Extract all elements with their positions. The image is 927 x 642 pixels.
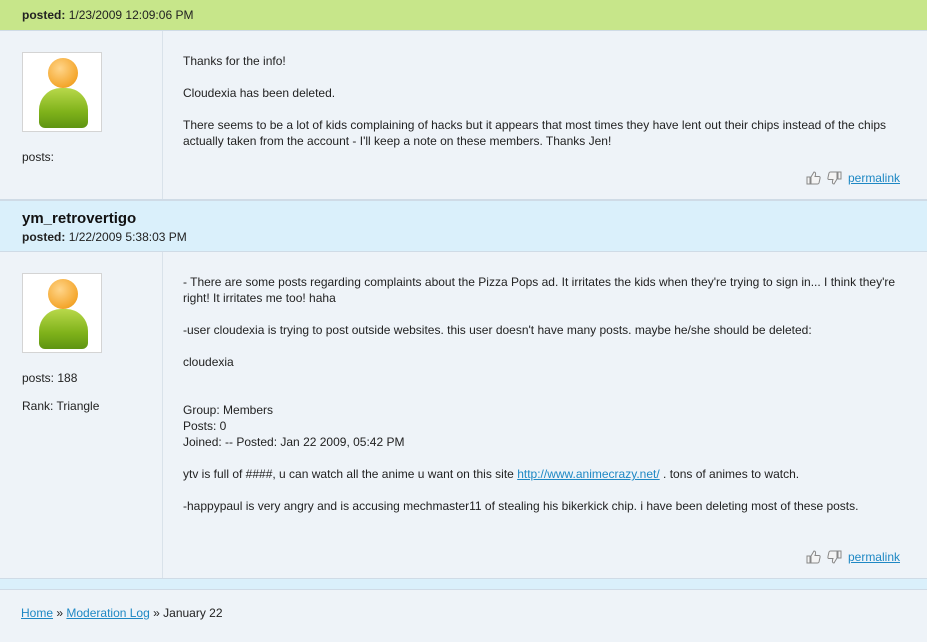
posted-line: posted: 1/22/2009 5:38:03 PM — [22, 230, 927, 244]
group-line: Group: Members — [183, 403, 274, 417]
post-paragraph: cloudexia — [183, 355, 234, 369]
paragraph-text: ytv is full of ####, u can watch all the… — [183, 467, 518, 481]
avatar-head-shape — [48, 279, 78, 309]
post-body: posts: 188 Rank: Triangle - There are so… — [0, 252, 927, 579]
breadcrumb-current: January 22 — [163, 606, 223, 620]
forum-page: posted: 1/23/2009 12:09:06 PM posts: Tha… — [0, 0, 927, 642]
permalink-link[interactable]: permalink — [848, 171, 900, 185]
rank-line: Rank: Triangle — [22, 399, 162, 413]
post-author-panel: posts: — [0, 31, 163, 199]
rank-value: Triangle — [56, 399, 100, 413]
posts-label: posts: — [22, 150, 55, 164]
post-header: ym_retrovertigo posted: 1/22/2009 5:38:0… — [0, 200, 927, 252]
post-paragraph: -user cloudexia is trying to post outsid… — [183, 323, 812, 337]
post-paragraph: ytv is full of ####, u can watch all the… — [183, 466, 903, 482]
breadcrumb-separator: » — [153, 606, 160, 620]
post-content: - There are some posts regarding complai… — [163, 252, 927, 578]
posts-count: 188 — [57, 371, 78, 385]
post-paragraph: Thanks for the info! — [183, 54, 286, 68]
breadcrumb-home-link[interactable]: Home — [21, 606, 53, 620]
external-link[interactable]: http://www.animecrazy.net/ — [517, 467, 660, 481]
joined-line: Joined: -- Posted: Jan 22 2009, 05:42 PM — [183, 435, 405, 449]
post-actions: permalink — [806, 549, 900, 565]
avatar-head-shape — [48, 58, 78, 88]
post-author-name[interactable]: ym_retrovertigo — [22, 210, 927, 227]
avatar — [22, 273, 102, 353]
post-paragraph: There seems to be a lot of kids complain… — [183, 118, 887, 148]
posted-date: 1/23/2009 12:09:06 PM — [68, 8, 194, 22]
breadcrumb: Home » Moderation Log » January 22 — [21, 606, 223, 620]
post-paragraph: Cloudexia has been deleted. — [183, 86, 336, 100]
breadcrumb-moderation-log-link[interactable]: Moderation Log — [66, 606, 149, 620]
posted-line: posted: 1/23/2009 12:09:06 PM — [22, 8, 927, 22]
user-meta: posts: 188 Rank: Triangle — [22, 371, 162, 413]
quoted-profile: Group: Members Posts: 0 Joined: -- Poste… — [183, 402, 903, 450]
post-list-footer-strip — [0, 579, 927, 590]
post-author-panel: posts: 188 Rank: Triangle — [0, 252, 163, 578]
post-header: posted: 1/23/2009 12:09:06 PM — [0, 0, 927, 31]
posts-label: posts: — [22, 371, 55, 385]
post-paragraph: - There are some posts regarding complai… — [183, 275, 896, 305]
avatar-body-shape — [39, 309, 88, 349]
posted-label: posted: — [22, 230, 66, 244]
posts-line: Posts: 0 — [183, 419, 227, 433]
posted-date: 1/22/2009 5:38:03 PM — [68, 230, 187, 244]
permalink-link[interactable]: permalink — [848, 550, 900, 564]
avatar-body-shape — [39, 88, 88, 128]
post-actions: permalink — [806, 170, 900, 186]
user-meta: posts: — [22, 150, 162, 164]
rank-label: Rank: — [22, 399, 54, 413]
thumbs-up-icon[interactable] — [806, 170, 822, 186]
avatar — [22, 52, 102, 132]
thumbs-down-icon[interactable] — [826, 549, 842, 565]
posts-line: posts: 188 — [22, 371, 162, 385]
posted-label: posted: — [22, 8, 66, 22]
post-paragraph: -happypaul is very angry and is accusing… — [183, 499, 859, 513]
paragraph-text: . tons of animes to watch. — [659, 467, 800, 481]
breadcrumb-separator: » — [56, 606, 64, 620]
post-body: posts: Thanks for the info! Cloudexia ha… — [0, 31, 927, 200]
thumbs-down-icon[interactable] — [826, 170, 842, 186]
thumbs-up-icon[interactable] — [806, 549, 822, 565]
